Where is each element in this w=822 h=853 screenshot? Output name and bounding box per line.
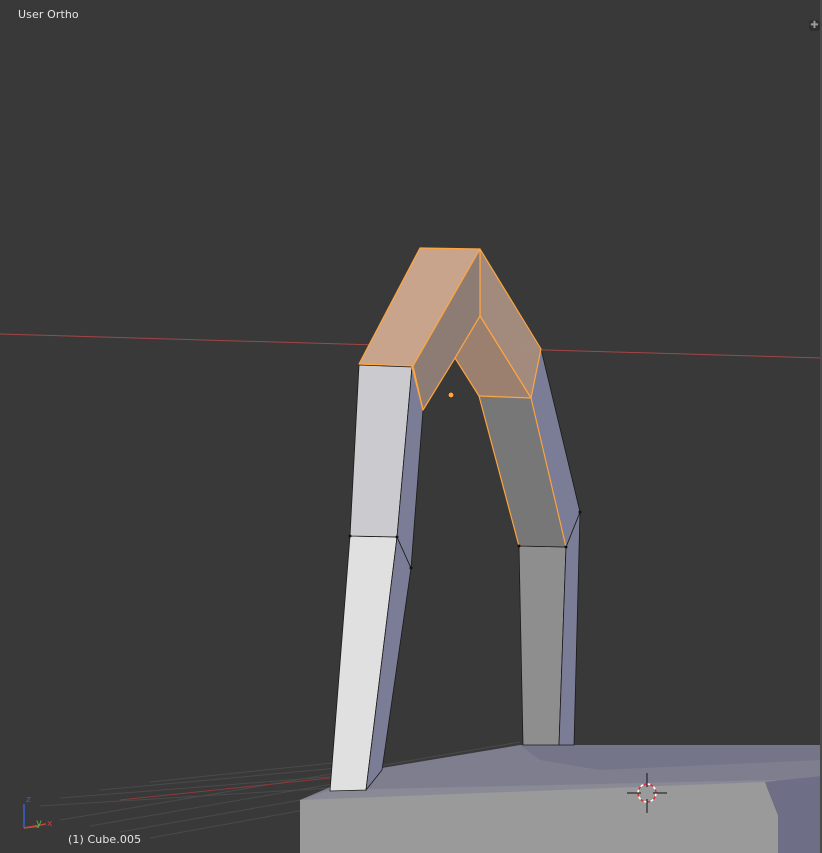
active-object-label: (1) Cube.005 <box>68 833 142 846</box>
view-label: User Ortho <box>18 8 79 21</box>
gizmo-x-label: x <box>47 819 53 829</box>
3d-viewport[interactable]: z y x User Ortho (1) Cube.005 ✚ <box>0 0 822 853</box>
axes-gizmo-icon: z y x <box>23 795 53 829</box>
left-leg-lower[interactable] <box>329 535 412 792</box>
object-origin-icon <box>447 391 455 399</box>
gizmo-z-label: z <box>26 795 31 805</box>
corner-split-icon[interactable]: ✚ <box>809 20 820 31</box>
gizmo-y-label: y <box>36 818 42 829</box>
scene-canvas[interactable]: z y x <box>0 0 822 853</box>
floor-x-axis-line <box>119 777 331 801</box>
